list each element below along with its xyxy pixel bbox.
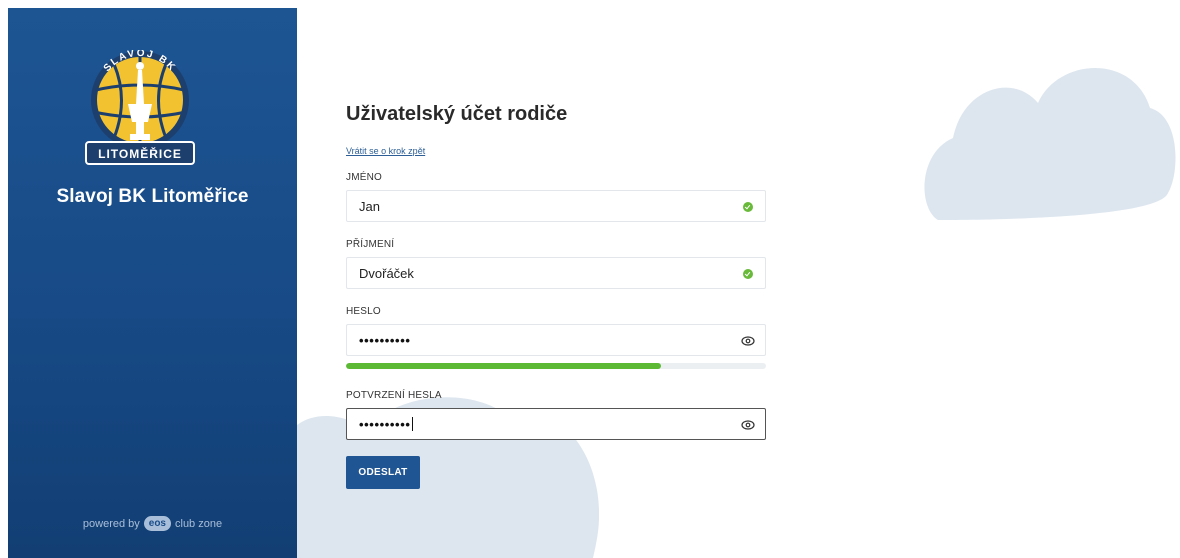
eye-icon[interactable] [741, 419, 755, 431]
club-logo: LITOMĚŘICE SLAVOJ BK [85, 50, 195, 165]
password-value: •••••••••• [359, 333, 411, 348]
last-name-field[interactable]: Dvořáček [346, 257, 766, 289]
powered-by-suffix: club zone [175, 517, 223, 530]
eye-icon[interactable] [741, 335, 755, 347]
valid-check-icon [743, 202, 753, 212]
valid-check-icon [743, 269, 753, 279]
text-caret [411, 417, 413, 431]
powered-by-prefix: powered by [82, 517, 140, 530]
eos-logo-icon: eos [143, 516, 171, 531]
submit-button[interactable]: ODESLAT [346, 456, 420, 489]
last-name-label: PŘÍJMENÍ [346, 239, 395, 250]
logo-bottom-text: LITOMĚŘICE [98, 146, 182, 161]
password-confirm-label: POTVRZENÍ HESLA [346, 390, 442, 401]
password-confirm-field[interactable]: •••••••••• [346, 408, 766, 440]
first-name-value: Jan [359, 199, 380, 214]
back-link[interactable]: Vrátit se o krok zpět [346, 146, 425, 156]
password-label: HESLO [346, 306, 381, 317]
cloud-decoration-top-right [924, 68, 1176, 220]
password-field[interactable]: •••••••••• [346, 324, 766, 356]
password-strength-fill [346, 363, 661, 369]
password-strength-bar [346, 363, 766, 369]
page-title: Uživatelský účet rodiče [346, 103, 568, 125]
last-name-value: Dvořáček [359, 266, 414, 281]
club-name: Slavoj BK Litoměřice [56, 186, 249, 207]
first-name-label: JMÉNO [346, 172, 382, 183]
first-name-field[interactable]: Jan [346, 190, 766, 222]
powered-by[interactable]: powered by eos club zone [8, 516, 297, 531]
password-confirm-value: •••••••••• [359, 417, 411, 432]
sidebar: LITOMĚŘICE SLAVOJ BK Slavoj BK Litoměřic… [8, 8, 297, 558]
